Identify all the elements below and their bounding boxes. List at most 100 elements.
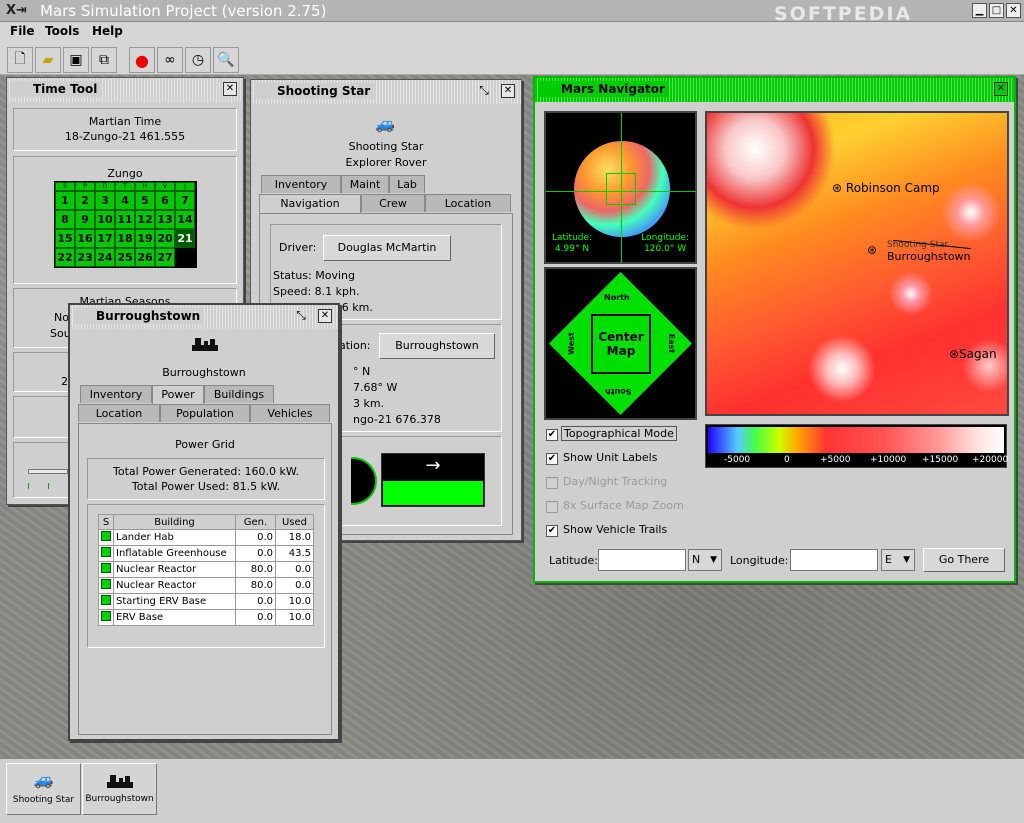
- calendar-day[interactable]: 17: [95, 229, 115, 248]
- calendar-day[interactable]: 19: [135, 229, 155, 248]
- time-tool-title-bar[interactable]: Time Tool ✕: [7, 78, 243, 102]
- latitude-direction-select[interactable]: N ▼: [688, 549, 722, 571]
- column-header[interactable]: S: [98, 514, 114, 530]
- go-there-button[interactable]: Go There: [923, 548, 1005, 572]
- latitude-input[interactable]: [598, 549, 686, 571]
- tab-inventory[interactable]: Inventory: [261, 175, 341, 193]
- close-icon[interactable]: ✕: [223, 82, 237, 96]
- save-icon[interactable]: ▣: [63, 47, 89, 73]
- restore-icon[interactable]: ⤡: [477, 84, 491, 98]
- calendar-day[interactable]: 25: [115, 248, 135, 267]
- calendar-day[interactable]: 22: [55, 248, 75, 267]
- calendar-day[interactable]: 3: [95, 191, 115, 210]
- mars-navigator-title-bar[interactable]: Mars Navigator ✕: [535, 78, 1014, 102]
- table-row[interactable]: Inflatable Greenhouse 0.0 43.5: [98, 545, 314, 562]
- show-unit-labels-label[interactable]: Show Unit Labels: [563, 451, 657, 464]
- calendar-day[interactable]: 1: [55, 191, 75, 210]
- map-label-burroughstown[interactable]: Burroughstown: [887, 250, 971, 263]
- tab-location[interactable]: Location: [78, 404, 160, 422]
- calendar-day[interactable]: 21: [175, 229, 195, 248]
- east-button[interactable]: East: [667, 334, 676, 353]
- column-header[interactable]: Gen.: [235, 514, 276, 530]
- restore-icon[interactable]: ⤡: [294, 309, 308, 323]
- tab-population[interactable]: Population: [160, 404, 250, 422]
- burroughstown-title-bar[interactable]: Burroughstown ⤡ ✕: [70, 305, 338, 329]
- menu-help[interactable]: Help: [92, 24, 123, 38]
- calendar-day[interactable]: 8: [55, 210, 75, 229]
- calendar-day[interactable]: 14: [175, 210, 195, 229]
- tab-maint[interactable]: Maint: [341, 175, 389, 193]
- record-icon[interactable]: ●: [129, 47, 155, 73]
- minimize-window-button[interactable]: ▁: [972, 3, 987, 18]
- longitude-input[interactable]: [790, 549, 878, 571]
- x-window-icon[interactable]: X⇥: [6, 3, 27, 18]
- close-icon[interactable]: ✕: [994, 82, 1008, 96]
- day-night-tracking-label[interactable]: Day/Night Tracking: [563, 475, 667, 488]
- taskbar-burroughstown[interactable]: Burroughstown: [82, 763, 157, 815]
- center-map-button[interactable]: Center Map: [591, 314, 651, 374]
- column-header[interactable]: Used: [275, 514, 314, 530]
- speed-slider-track[interactable]: [28, 469, 68, 474]
- table-row[interactable]: Lander Hab 0.0 18.0: [98, 529, 314, 546]
- new-file-icon[interactable]: 🗋: [7, 47, 33, 73]
- table-row[interactable]: Nuclear Reactor 80.0 0.0: [98, 577, 314, 594]
- calendar-day[interactable]: 26: [135, 248, 155, 267]
- south-button[interactable]: South: [605, 387, 631, 396]
- close-window-button[interactable]: ✕: [1006, 3, 1021, 18]
- globe-panel[interactable]: Latitude: 4.99° N Longitude: 120.0° W: [544, 111, 697, 264]
- calendar-day[interactable]: 10: [95, 210, 115, 229]
- maximize-window-button[interactable]: □: [989, 3, 1004, 18]
- topographical-mode-checkbox[interactable]: ✔: [546, 429, 558, 441]
- binoculars-icon[interactable]: ∞: [157, 47, 183, 73]
- calendar-day[interactable]: 23: [75, 248, 95, 267]
- tab-vehicles[interactable]: Vehicles: [250, 404, 330, 422]
- calendar-day[interactable]: 5: [135, 191, 155, 210]
- calendar-day[interactable]: 24: [95, 248, 115, 267]
- tab-navigation[interactable]: Navigation: [259, 194, 361, 213]
- longitude-direction-select[interactable]: E ▼: [881, 549, 915, 571]
- calendar-day[interactable]: 16: [75, 229, 95, 248]
- menu-tools[interactable]: Tools: [45, 24, 79, 38]
- tab-buildings[interactable]: Buildings: [204, 385, 274, 403]
- calendar-day[interactable]: 13: [155, 210, 175, 229]
- destination-button[interactable]: Burroughstown: [379, 333, 495, 359]
- table-row[interactable]: ERV Base 0.0 10.0: [98, 609, 314, 626]
- close-icon[interactable]: ✕: [501, 84, 515, 98]
- document-search-icon[interactable]: 🔍: [213, 47, 239, 73]
- tab-location[interactable]: Location: [425, 194, 511, 212]
- topographical-mode-label[interactable]: Topographical Mode: [561, 426, 677, 441]
- show-unit-labels-checkbox[interactable]: ✔: [546, 453, 558, 465]
- tab-inventory[interactable]: Inventory: [80, 385, 152, 403]
- calendar-day[interactable]: 20: [155, 229, 175, 248]
- save-as-icon[interactable]: ⧉: [91, 47, 117, 73]
- calendar-day[interactable]: 15: [55, 229, 75, 248]
- tab-lab[interactable]: Lab: [389, 175, 425, 193]
- surface-map[interactable]: ⊛ Robinson Camp ⊛ Shooting Star Burrough…: [705, 111, 1009, 416]
- surface-zoom-label[interactable]: 8x Surface Map Zoom: [563, 499, 684, 512]
- clock-icon[interactable]: ◷: [185, 47, 211, 73]
- column-header[interactable]: Building: [113, 514, 236, 530]
- shooting-star-title-bar[interactable]: Shooting Star ⤡ ✕: [251, 80, 521, 104]
- west-button[interactable]: West: [567, 332, 576, 355]
- map-label-sagan[interactable]: ⊛Sagan: [949, 347, 997, 361]
- driver-button[interactable]: Douglas McMartin: [323, 235, 451, 261]
- calendar-day[interactable]: 4: [115, 191, 135, 210]
- show-vehicle-trails-checkbox[interactable]: ✔: [546, 525, 558, 537]
- taskbar-shooting-star[interactable]: 🚙 Shooting Star: [6, 763, 81, 815]
- north-button[interactable]: North: [604, 293, 630, 302]
- calendar-day[interactable]: 2: [75, 191, 95, 210]
- surface-zoom-checkbox[interactable]: [546, 501, 558, 513]
- calendar-day[interactable]: 27: [155, 248, 175, 267]
- calendar-day[interactable]: 12: [135, 210, 155, 229]
- calendar-day[interactable]: 9: [75, 210, 95, 229]
- day-night-tracking-checkbox[interactable]: [546, 477, 558, 489]
- tab-power[interactable]: Power: [152, 385, 204, 404]
- calendar-day[interactable]: 11: [115, 210, 135, 229]
- tab-crew[interactable]: Crew: [361, 194, 425, 212]
- calendar-day[interactable]: 18: [115, 229, 135, 248]
- open-folder-icon[interactable]: ▰: [35, 47, 61, 73]
- show-vehicle-trails-label[interactable]: Show Vehicle Trails: [563, 523, 667, 536]
- map-label-shooting-star[interactable]: ⊛: [867, 243, 877, 257]
- table-row[interactable]: Nuclear Reactor 80.0 0.0: [98, 561, 314, 578]
- calendar-day[interactable]: 6: [155, 191, 175, 210]
